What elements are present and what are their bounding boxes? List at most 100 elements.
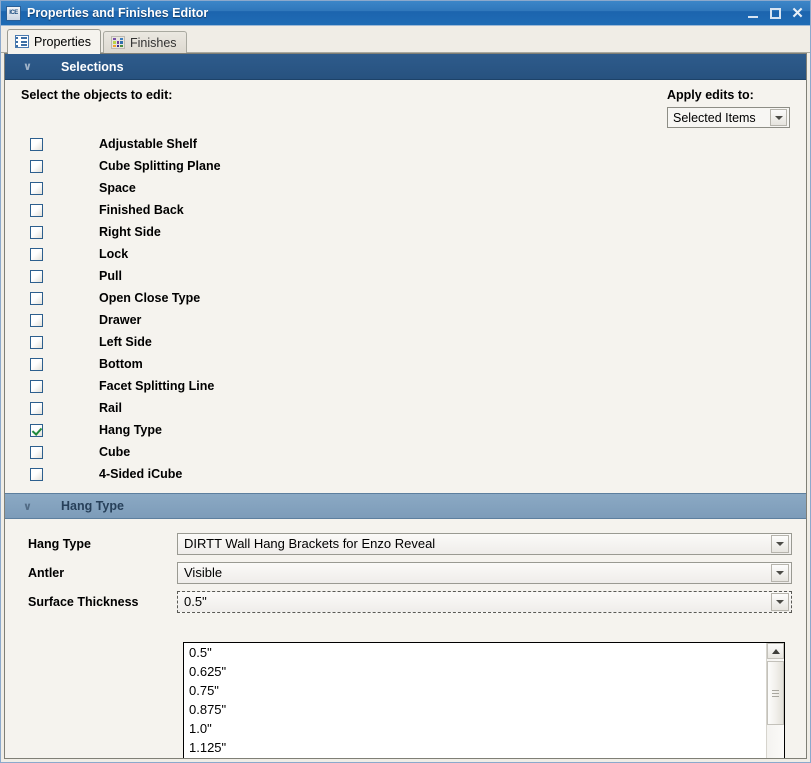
list-item-label: Finished Back xyxy=(99,203,184,217)
checkbox-pull[interactable] xyxy=(30,269,43,283)
checkbox-cube-splitting-plane[interactable] xyxy=(30,159,43,173)
apply-edits-value: Selected Items xyxy=(673,110,756,125)
checkbox-lock[interactable] xyxy=(30,247,43,261)
section-header-hang-type-label: Hang Type xyxy=(61,499,124,513)
window-controls: ✕ xyxy=(747,1,804,26)
checkbox-4-sided-icube[interactable] xyxy=(30,467,43,481)
app-icon: ICE xyxy=(6,5,21,21)
list-item[interactable]: Open Close Type xyxy=(5,287,806,309)
apply-edits-dropdown[interactable]: Selected Items xyxy=(667,107,790,128)
dropdown-scrollbar[interactable] xyxy=(766,643,784,758)
minimize-icon[interactable] xyxy=(747,7,760,20)
list-item-label: Cube xyxy=(99,445,131,459)
section-header-selections[interactable]: ∨ Selections xyxy=(5,54,806,80)
surface-thickness-dropdown-popup[interactable]: 0.5" 0.625" 0.75" 0.875" 1.0" 1.125" 1.2… xyxy=(183,642,785,758)
list-item[interactable]: Adjustable Shelf xyxy=(5,133,806,155)
window-title: Properties and Finishes Editor xyxy=(27,6,209,20)
dropdown-option[interactable]: 1.125" xyxy=(184,738,766,757)
list-item[interactable]: 4-Sided iCube xyxy=(5,463,806,485)
chevron-down-icon[interactable]: ∨ xyxy=(23,501,37,512)
checkbox-right-side[interactable] xyxy=(30,225,43,239)
dropdown-option[interactable]: 0.875" xyxy=(184,700,766,719)
field-label-hang-type: Hang Type xyxy=(28,536,91,551)
dropdown-option[interactable]: 0.5" xyxy=(184,643,766,662)
antler-dropdown[interactable]: Visible xyxy=(177,561,792,584)
list-item[interactable]: Pull xyxy=(5,265,806,287)
field-row-hang-type: Hang Type DIRTT Wall Hang Brackets for E… xyxy=(19,529,792,558)
checkbox-finished-back[interactable] xyxy=(30,203,43,217)
list-item[interactable]: Bottom xyxy=(5,353,806,375)
list-icon xyxy=(15,35,29,48)
tab-properties[interactable]: Properties xyxy=(7,29,101,54)
selections-top-row: Select the objects to edit: Apply edits … xyxy=(5,88,806,128)
dropdown-option[interactable]: 1.0" xyxy=(184,719,766,738)
checkbox-left-side[interactable] xyxy=(30,335,43,349)
checkbox-hang-type[interactable] xyxy=(30,423,43,437)
list-item-label: Rail xyxy=(99,401,122,415)
checkbox-drawer[interactable] xyxy=(30,313,43,327)
scrollbar-thumb[interactable] xyxy=(767,661,784,725)
checkbox-space[interactable] xyxy=(30,181,43,195)
list-item[interactable]: Cube Splitting Plane xyxy=(5,155,806,177)
list-item[interactable]: Cube xyxy=(5,441,806,463)
window-titlebar[interactable]: ICE Properties and Finishes Editor ✕ xyxy=(1,1,810,26)
grip-icon xyxy=(772,688,779,699)
list-item-label: Open Close Type xyxy=(99,291,201,305)
hang-type-fields: Hang Type DIRTT Wall Hang Brackets for E… xyxy=(5,519,806,616)
chevron-down-icon[interactable] xyxy=(771,534,789,553)
chevron-down-icon[interactable] xyxy=(771,563,789,582)
section-header-selections-label: Selections xyxy=(61,59,124,74)
checkbox-bottom[interactable] xyxy=(30,357,43,371)
dropdown-option[interactable]: 0.625" xyxy=(184,662,766,681)
list-item[interactable]: Finished Back xyxy=(5,199,806,221)
list-item-label: Bottom xyxy=(99,357,143,371)
checkbox-facet-splitting-line[interactable] xyxy=(30,379,43,393)
list-item[interactable]: Right Side xyxy=(5,221,806,243)
tab-strip: Properties Finishes xyxy=(1,26,810,54)
list-item-label: Lock xyxy=(99,247,129,261)
chevron-down-icon[interactable]: ∨ xyxy=(23,61,37,72)
list-item-label: Left Side xyxy=(99,335,152,349)
properties-and-finishes-editor-window: ICE Properties and Finishes Editor ✕ Pro… xyxy=(0,0,811,763)
tab-finishes[interactable]: Finishes xyxy=(102,31,187,53)
list-item[interactable]: Space xyxy=(5,177,806,199)
list-item[interactable]: Facet Splitting Line xyxy=(5,375,806,397)
list-item-label: Space xyxy=(99,181,136,195)
antler-value: Visible xyxy=(184,565,223,580)
checkbox-adjustable-shelf[interactable] xyxy=(30,137,43,151)
list-item[interactable]: Hang Type xyxy=(5,419,806,441)
checkbox-cube[interactable] xyxy=(30,445,43,459)
surface-thickness-dropdown[interactable]: 0.5" xyxy=(177,590,792,613)
checkbox-rail[interactable] xyxy=(30,401,43,415)
list-item-label: Cube Splitting Plane xyxy=(99,159,221,173)
chevron-down-icon[interactable] xyxy=(770,109,787,126)
maximize-icon[interactable] xyxy=(769,7,782,20)
scroll-up-icon[interactable] xyxy=(767,643,784,659)
field-row-antler: Antler Visible xyxy=(19,558,792,587)
field-row-surface-thickness: Surface Thickness 0.5" xyxy=(19,587,792,616)
list-item[interactable]: Drawer xyxy=(5,309,806,331)
list-item-label: Facet Splitting Line xyxy=(99,379,215,393)
list-item[interactable]: Lock xyxy=(5,243,806,265)
field-label-surface-thickness: Surface Thickness xyxy=(28,594,139,609)
color-swatch-icon xyxy=(110,36,125,49)
apply-edits-label: Apply edits to: xyxy=(667,88,754,102)
dropdown-option[interactable]: 0.75" xyxy=(184,681,766,700)
checkbox-open-close-type[interactable] xyxy=(30,291,43,305)
list-item-label: Drawer xyxy=(99,313,142,327)
field-label-antler: Antler xyxy=(28,565,65,580)
list-item[interactable]: Left Side xyxy=(5,331,806,353)
surface-thickness-value: 0.5" xyxy=(184,594,207,609)
select-objects-label: Select the objects to edit: xyxy=(21,88,173,102)
list-item[interactable]: Rail xyxy=(5,397,806,419)
list-item-label: Adjustable Shelf xyxy=(99,137,197,151)
close-icon[interactable]: ✕ xyxy=(791,6,804,21)
dropdown-option[interactable]: 1.25" xyxy=(184,757,766,758)
chevron-down-icon[interactable] xyxy=(771,592,789,611)
list-item-label: Pull xyxy=(99,269,122,283)
hang-type-dropdown[interactable]: DIRTT Wall Hang Brackets for Enzo Reveal xyxy=(177,532,792,555)
list-item-label: Right Side xyxy=(99,225,161,239)
section-header-hang-type[interactable]: ∨ Hang Type xyxy=(5,493,806,519)
tab-properties-label: Properties xyxy=(34,34,91,49)
scrollbar-track[interactable] xyxy=(767,659,784,758)
